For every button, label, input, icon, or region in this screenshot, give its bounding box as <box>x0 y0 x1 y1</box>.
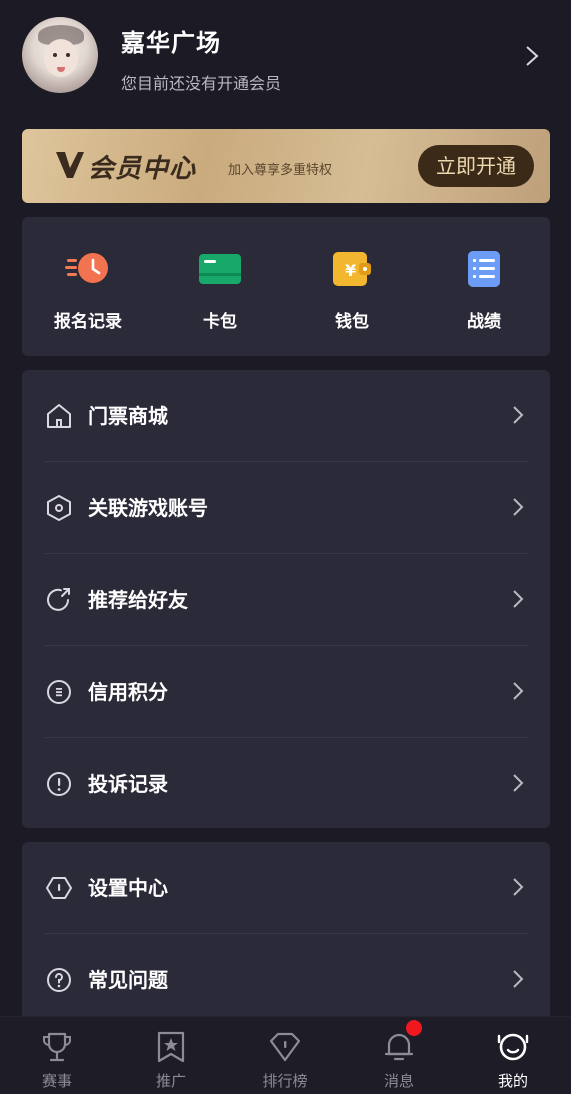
wallet-icon: ¥ <box>333 252 371 286</box>
tab-leaderboard[interactable]: 排行榜 <box>228 1017 342 1094</box>
quick-action-label: 报名记录 <box>54 312 122 332</box>
trophy-icon <box>43 1032 71 1062</box>
credit-icon <box>47 680 71 704</box>
chevron-right-icon[interactable] <box>524 44 540 68</box>
settings-icon <box>46 877 72 899</box>
bottom-tab-bar: 赛事 推广 排行榜 消息 我的 <box>0 1016 571 1094</box>
profile-face-icon <box>497 1033 529 1061</box>
tab-label: 我的 <box>497 1072 528 1090</box>
hexagon-link-icon <box>47 495 71 521</box>
vip-v-logo-icon <box>56 152 84 178</box>
diamond-icon <box>269 1032 301 1062</box>
quick-action-label: 卡包 <box>203 312 237 332</box>
chevron-right-icon <box>513 406 524 424</box>
activate-vip-button[interactable]: 立即开通 <box>418 145 534 187</box>
vip-center-banner[interactable]: 会员中心 加入尊享多重特权 立即开通 <box>22 129 550 203</box>
chevron-right-icon <box>513 590 524 608</box>
tab-events[interactable]: 赛事 <box>0 1017 114 1094</box>
menu-item-label: 设置中心 <box>88 876 168 900</box>
menu-item-label: 信用积分 <box>88 680 168 704</box>
chevron-right-icon <box>513 774 524 792</box>
chevron-right-icon <box>513 682 524 700</box>
menu-item-settings-center[interactable]: 设置中心 <box>22 842 550 934</box>
menu-item-complaint-records[interactable]: 投诉记录 <box>22 738 550 830</box>
vip-center-title: 会员中心 <box>88 154 197 184</box>
tab-promotion[interactable]: 推广 <box>114 1017 228 1094</box>
avatar[interactable] <box>22 17 98 93</box>
menu-item-faq[interactable]: 常见问题 <box>22 934 550 1026</box>
tab-label: 推广 <box>155 1072 186 1090</box>
menu-item-label: 门票商城 <box>88 404 168 428</box>
menu-group-main: 门票商城 关联游戏账号 推荐给好友 信用积分 投诉记录 <box>22 370 550 828</box>
menu-item-credit-score[interactable]: 信用积分 <box>22 646 550 738</box>
alert-icon <box>47 772 71 796</box>
card-icon <box>199 254 241 284</box>
home-icon <box>47 404 71 428</box>
user-nickname: 嘉华广场 <box>121 29 221 57</box>
quick-action-registration-records[interactable]: 报名记录 <box>28 249 148 332</box>
quick-action-wallet[interactable]: ¥ 钱包 <box>292 249 412 332</box>
quick-action-label: 战绩 <box>467 312 501 332</box>
registration-clock-icon <box>65 253 108 283</box>
question-icon <box>47 968 71 992</box>
tab-mine[interactable]: 我的 <box>456 1017 570 1094</box>
quick-action-label: 钱包 <box>335 312 369 332</box>
bookmark-star-icon <box>157 1031 185 1063</box>
membership-status-text: 您目前还没有开通会员 <box>121 74 282 93</box>
menu-item-link-game-account[interactable]: 关联游戏账号 <box>22 462 550 554</box>
quick-action-records[interactable]: 战绩 <box>424 249 544 332</box>
notification-badge <box>406 1020 422 1036</box>
tab-messages[interactable]: 消息 <box>342 1017 456 1094</box>
menu-item-label: 推荐给好友 <box>88 588 188 612</box>
share-refresh-icon <box>47 588 70 611</box>
tab-label: 排行榜 <box>262 1072 308 1090</box>
vip-subtitle: 加入尊享多重特权 <box>228 163 333 178</box>
quick-action-card-pack[interactable]: 卡包 <box>160 249 280 332</box>
tab-label: 消息 <box>383 1072 414 1090</box>
chevron-right-icon <box>513 970 524 988</box>
chevron-right-icon <box>513 498 524 516</box>
menu-item-recommend-to-friends[interactable]: 推荐给好友 <box>22 554 550 646</box>
profile-header[interactable]: 嘉华广场 您目前还没有开通会员 <box>22 17 550 95</box>
menu-item-label: 常见问题 <box>88 968 168 992</box>
chevron-right-icon <box>513 878 524 896</box>
svg-text:¥: ¥ <box>345 261 356 280</box>
record-list-icon <box>468 251 500 287</box>
menu-item-label: 关联游戏账号 <box>88 496 208 520</box>
menu-group-settings: 设置中心 常见问题 <box>22 842 550 1022</box>
quick-actions-card: 报名记录 卡包 ¥ 钱包 战绩 <box>22 217 550 356</box>
menu-item-label: 投诉记录 <box>88 772 168 796</box>
tab-label: 赛事 <box>41 1072 72 1090</box>
menu-item-ticket-mall[interactable]: 门票商城 <box>22 370 550 462</box>
